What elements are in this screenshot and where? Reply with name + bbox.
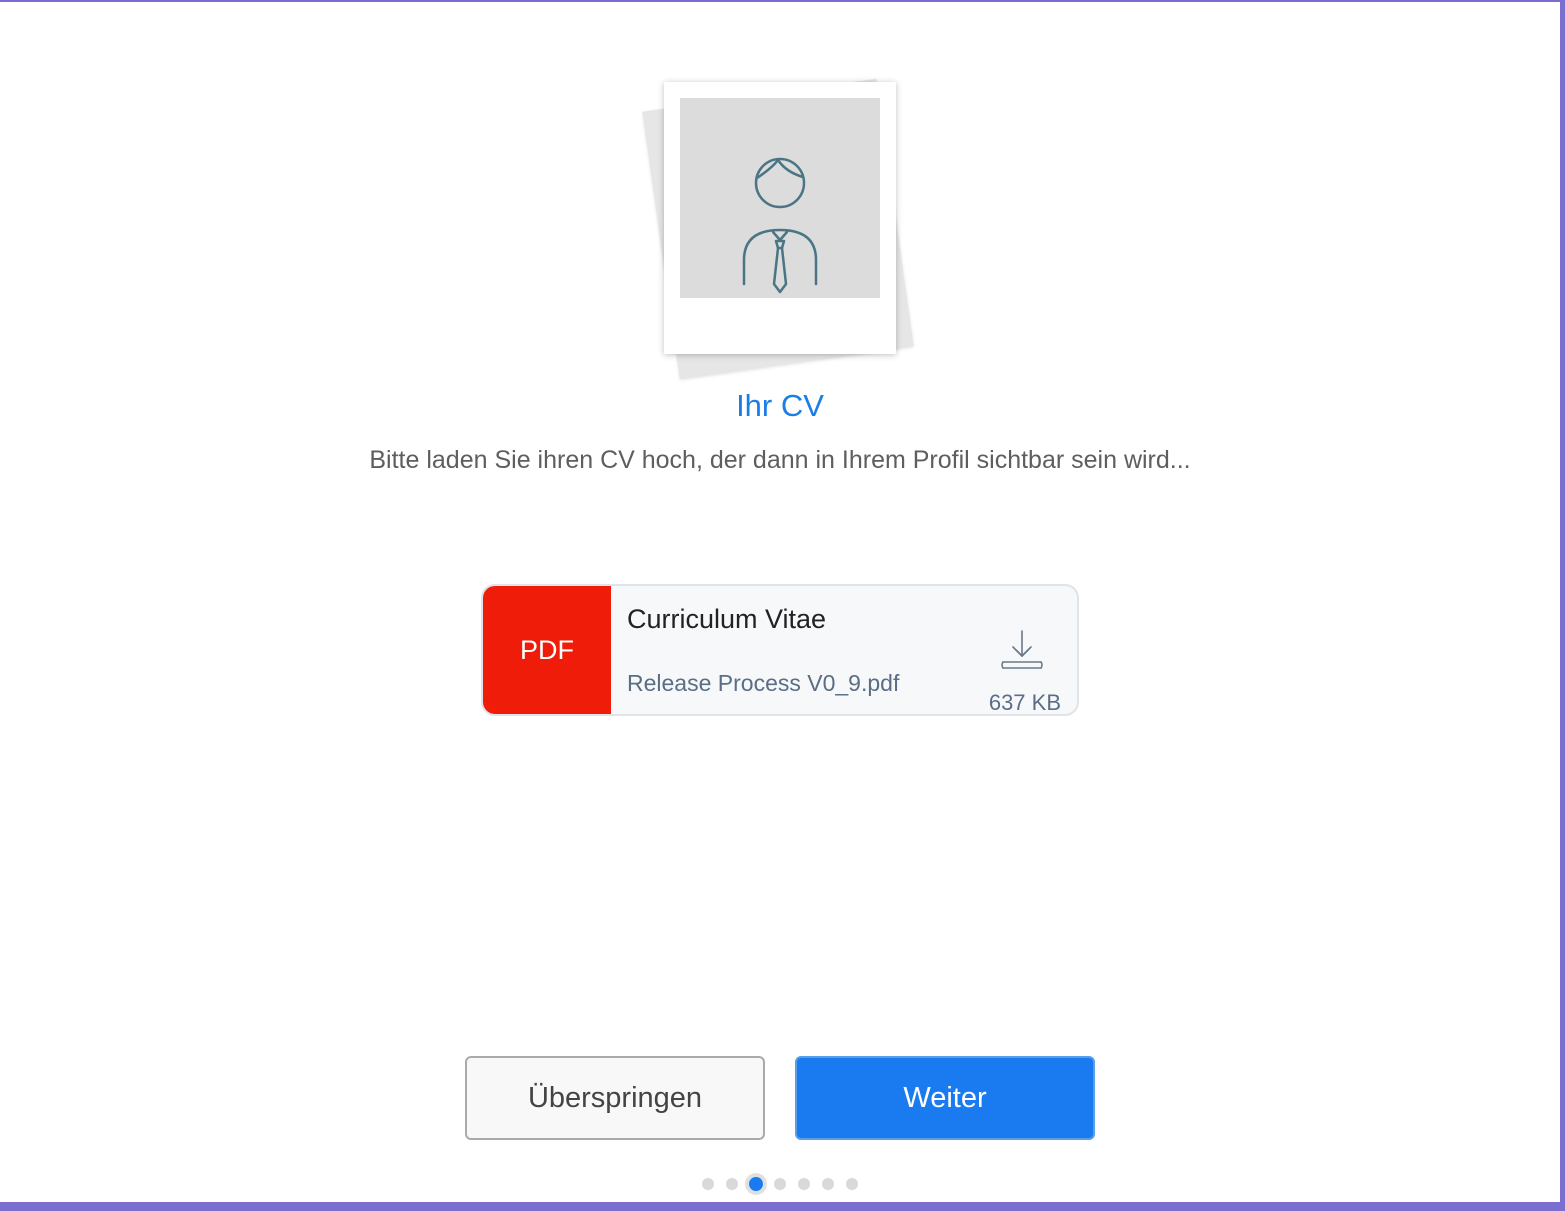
page-dot-1[interactable]	[702, 1178, 714, 1190]
download-icon[interactable]	[999, 628, 1045, 674]
page-dot-7[interactable]	[846, 1178, 858, 1190]
cv-illustration	[640, 68, 930, 384]
person-with-tie-icon	[742, 157, 818, 294]
page-dot-5[interactable]	[798, 1178, 810, 1190]
page-subtitle: Bitte laden Sie ihren CV hoch, der dann …	[369, 446, 1191, 474]
photo-placeholder	[680, 98, 880, 298]
next-button[interactable]: Weiter	[795, 1056, 1095, 1140]
photo-card	[664, 82, 896, 354]
page-title: Ihr CV	[736, 388, 824, 423]
page-dot-2[interactable]	[726, 1178, 738, 1190]
page-dot-6[interactable]	[822, 1178, 834, 1190]
file-size: 637 KB	[988, 690, 1061, 715]
skip-button[interactable]: Überspringen	[465, 1056, 765, 1140]
onboarding-window: Ihr CV Bitte laden Sie ihren CV hoch, de…	[0, 0, 1565, 1211]
page-dot-3-active[interactable]	[749, 1177, 763, 1191]
file-name: Release Process V0_9.pdf	[627, 670, 900, 696]
file-type-badge: PDF	[483, 586, 611, 714]
page-dot-4[interactable]	[774, 1178, 786, 1190]
file-title: Curriculum Vitae	[627, 604, 827, 634]
pagination-dots	[696, 1172, 864, 1196]
cv-file-card[interactable]: PDF Curriculum Vitae Release Process V0_…	[481, 584, 1079, 716]
